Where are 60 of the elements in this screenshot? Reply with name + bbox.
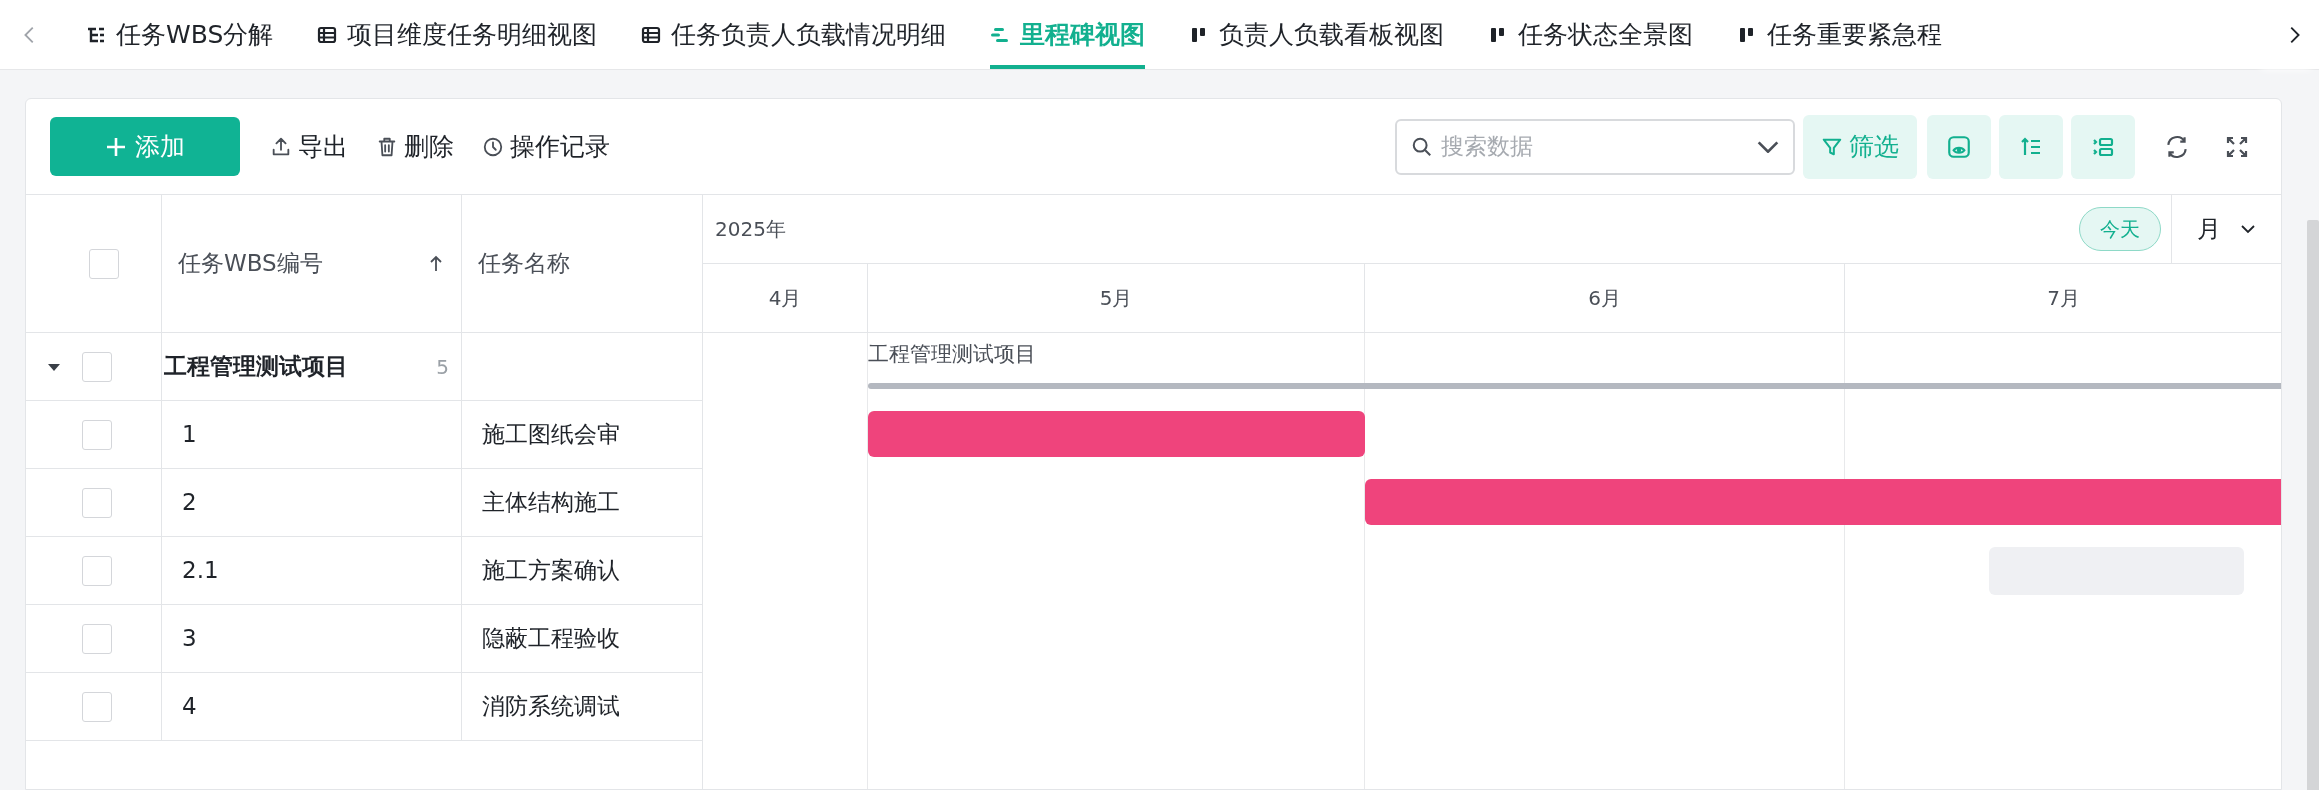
view-tab[interactable]: 项目维度任务明细视图	[317, 0, 598, 69]
table-cell-text: 施工图纸会审	[482, 420, 620, 450]
upload-icon	[270, 135, 292, 158]
toolbar-action[interactable]: 操作记录	[482, 127, 610, 166]
table-cell-text: 主体结构施工	[482, 488, 620, 518]
group-count: 5	[436, 353, 449, 381]
table-cell-text: 1	[182, 420, 197, 450]
view-tab[interactable]: 负责人负载看板视图	[1189, 0, 1445, 69]
clock-icon	[482, 135, 504, 158]
table-cell-text: 施工方案确认	[482, 556, 620, 586]
checkbox[interactable]	[82, 555, 112, 586]
toolbar-action[interactable]: 删除	[376, 127, 454, 166]
search-input[interactable]: 搜索数据	[1441, 129, 1749, 164]
eye-icon	[1946, 133, 1972, 160]
table-cell-text: 3	[182, 624, 197, 654]
checkbox[interactable]	[82, 487, 112, 518]
month-label: 7月	[2047, 285, 2080, 312]
month-label: 4月	[768, 285, 802, 312]
fullscreen-icon	[2225, 134, 2249, 159]
table-cell-text: 2	[182, 488, 197, 518]
table-cell-text: 消防系统调试	[482, 692, 620, 722]
trash-icon	[376, 135, 398, 158]
group-name: 工程管理测试项目	[164, 352, 349, 382]
scrollbar-thumb[interactable]	[2307, 220, 2319, 790]
column-header[interactable]: 任务名称	[462, 195, 702, 332]
checkbox[interactable]	[82, 419, 112, 450]
view-settings-button[interactable]	[1927, 114, 1991, 179]
month-label: 6月	[1588, 285, 1621, 312]
column-title: 任务WBS编号	[178, 249, 324, 279]
refresh-icon	[2164, 133, 2190, 160]
group-button[interactable]	[2071, 114, 2135, 179]
checkbox[interactable]	[82, 351, 112, 382]
view-tab[interactable]: 任务负责人负载情况明细	[641, 0, 947, 69]
table-cell-text: 4	[182, 692, 197, 722]
summary-bar[interactable]	[868, 383, 2281, 389]
scale-dropdown[interactable]: 月	[2171, 195, 2281, 264]
view-tab[interactable]: 任务WBS分解	[86, 0, 274, 69]
checkbox[interactable]	[88, 248, 119, 279]
toolbar-action[interactable]: 导出	[270, 127, 348, 166]
table-cell-text: 2.1	[182, 556, 219, 586]
search-icon	[1411, 135, 1433, 158]
column-header[interactable]: 任务WBS编号	[162, 195, 462, 332]
summary-bar-label: 工程管理测试项目	[868, 341, 1036, 368]
year-label: 2025年	[714, 216, 787, 243]
view-tab[interactable]: 任务状态全景图	[1488, 0, 1694, 69]
table-cell-text: 隐蔽工程验收	[482, 624, 620, 654]
view-tab[interactable]: 任务重要紧急程	[1737, 0, 1943, 69]
table-icon	[641, 24, 662, 45]
column-title: 任务名称	[478, 249, 571, 279]
plus-icon	[105, 135, 127, 158]
task-bar[interactable]	[1365, 479, 2281, 525]
month-label: 5月	[1099, 285, 1133, 312]
chevron-down-icon	[1757, 140, 1779, 153]
task-bar[interactable]	[868, 411, 1365, 457]
sort-button[interactable]	[1999, 114, 2063, 179]
checkbox[interactable]	[82, 623, 112, 654]
scroll-right-button[interactable]	[2269, 0, 2319, 69]
checkbox[interactable]	[82, 691, 112, 722]
table-icon	[317, 24, 338, 45]
search-field[interactable]: 搜索数据	[1395, 118, 1795, 175]
